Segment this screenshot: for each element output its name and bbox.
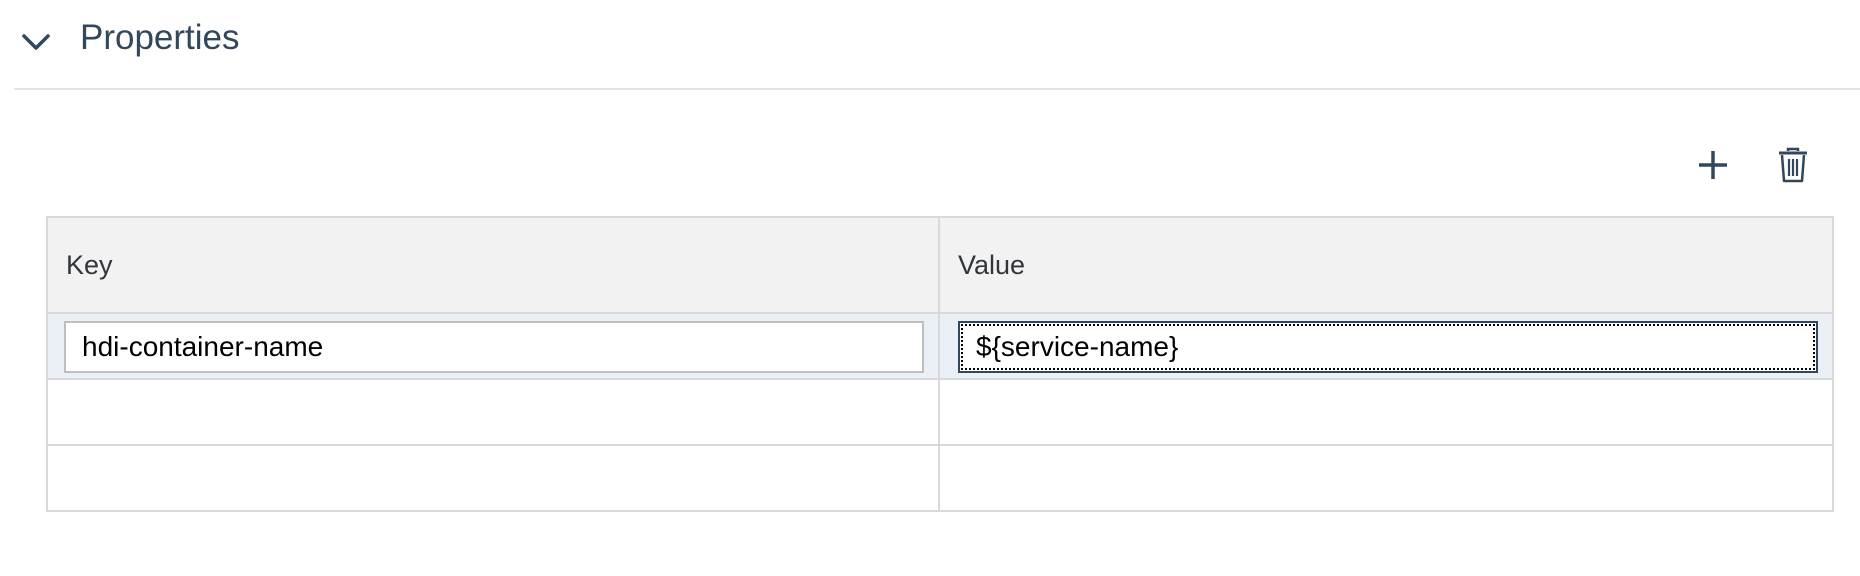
section-header: Properties (14, 0, 1860, 90)
properties-panel: Properties Key Value hdi-container-name … (0, 0, 1860, 576)
key-input[interactable]: hdi-container-name (64, 321, 924, 373)
plus-icon (1699, 151, 1727, 179)
table-row[interactable]: hdi-container-name ${service-name} (48, 314, 1832, 380)
collapse-toggle[interactable] (16, 22, 56, 62)
section-title: Properties (80, 18, 240, 57)
table-row[interactable] (48, 380, 1832, 446)
delete-row-button[interactable] (1768, 140, 1818, 190)
column-divider (938, 218, 940, 510)
value-input[interactable]: ${service-name} (958, 321, 1818, 373)
column-header-key[interactable]: Key (66, 248, 113, 282)
table-header: Key Value (48, 218, 1832, 314)
properties-table: Key Value hdi-container-name ${service-n… (46, 216, 1834, 512)
column-header-value[interactable]: Value (958, 248, 1025, 282)
chevron-down-icon (22, 34, 50, 50)
table-row[interactable] (48, 446, 1832, 510)
add-row-button[interactable] (1688, 140, 1738, 190)
trash-icon (1779, 147, 1807, 183)
